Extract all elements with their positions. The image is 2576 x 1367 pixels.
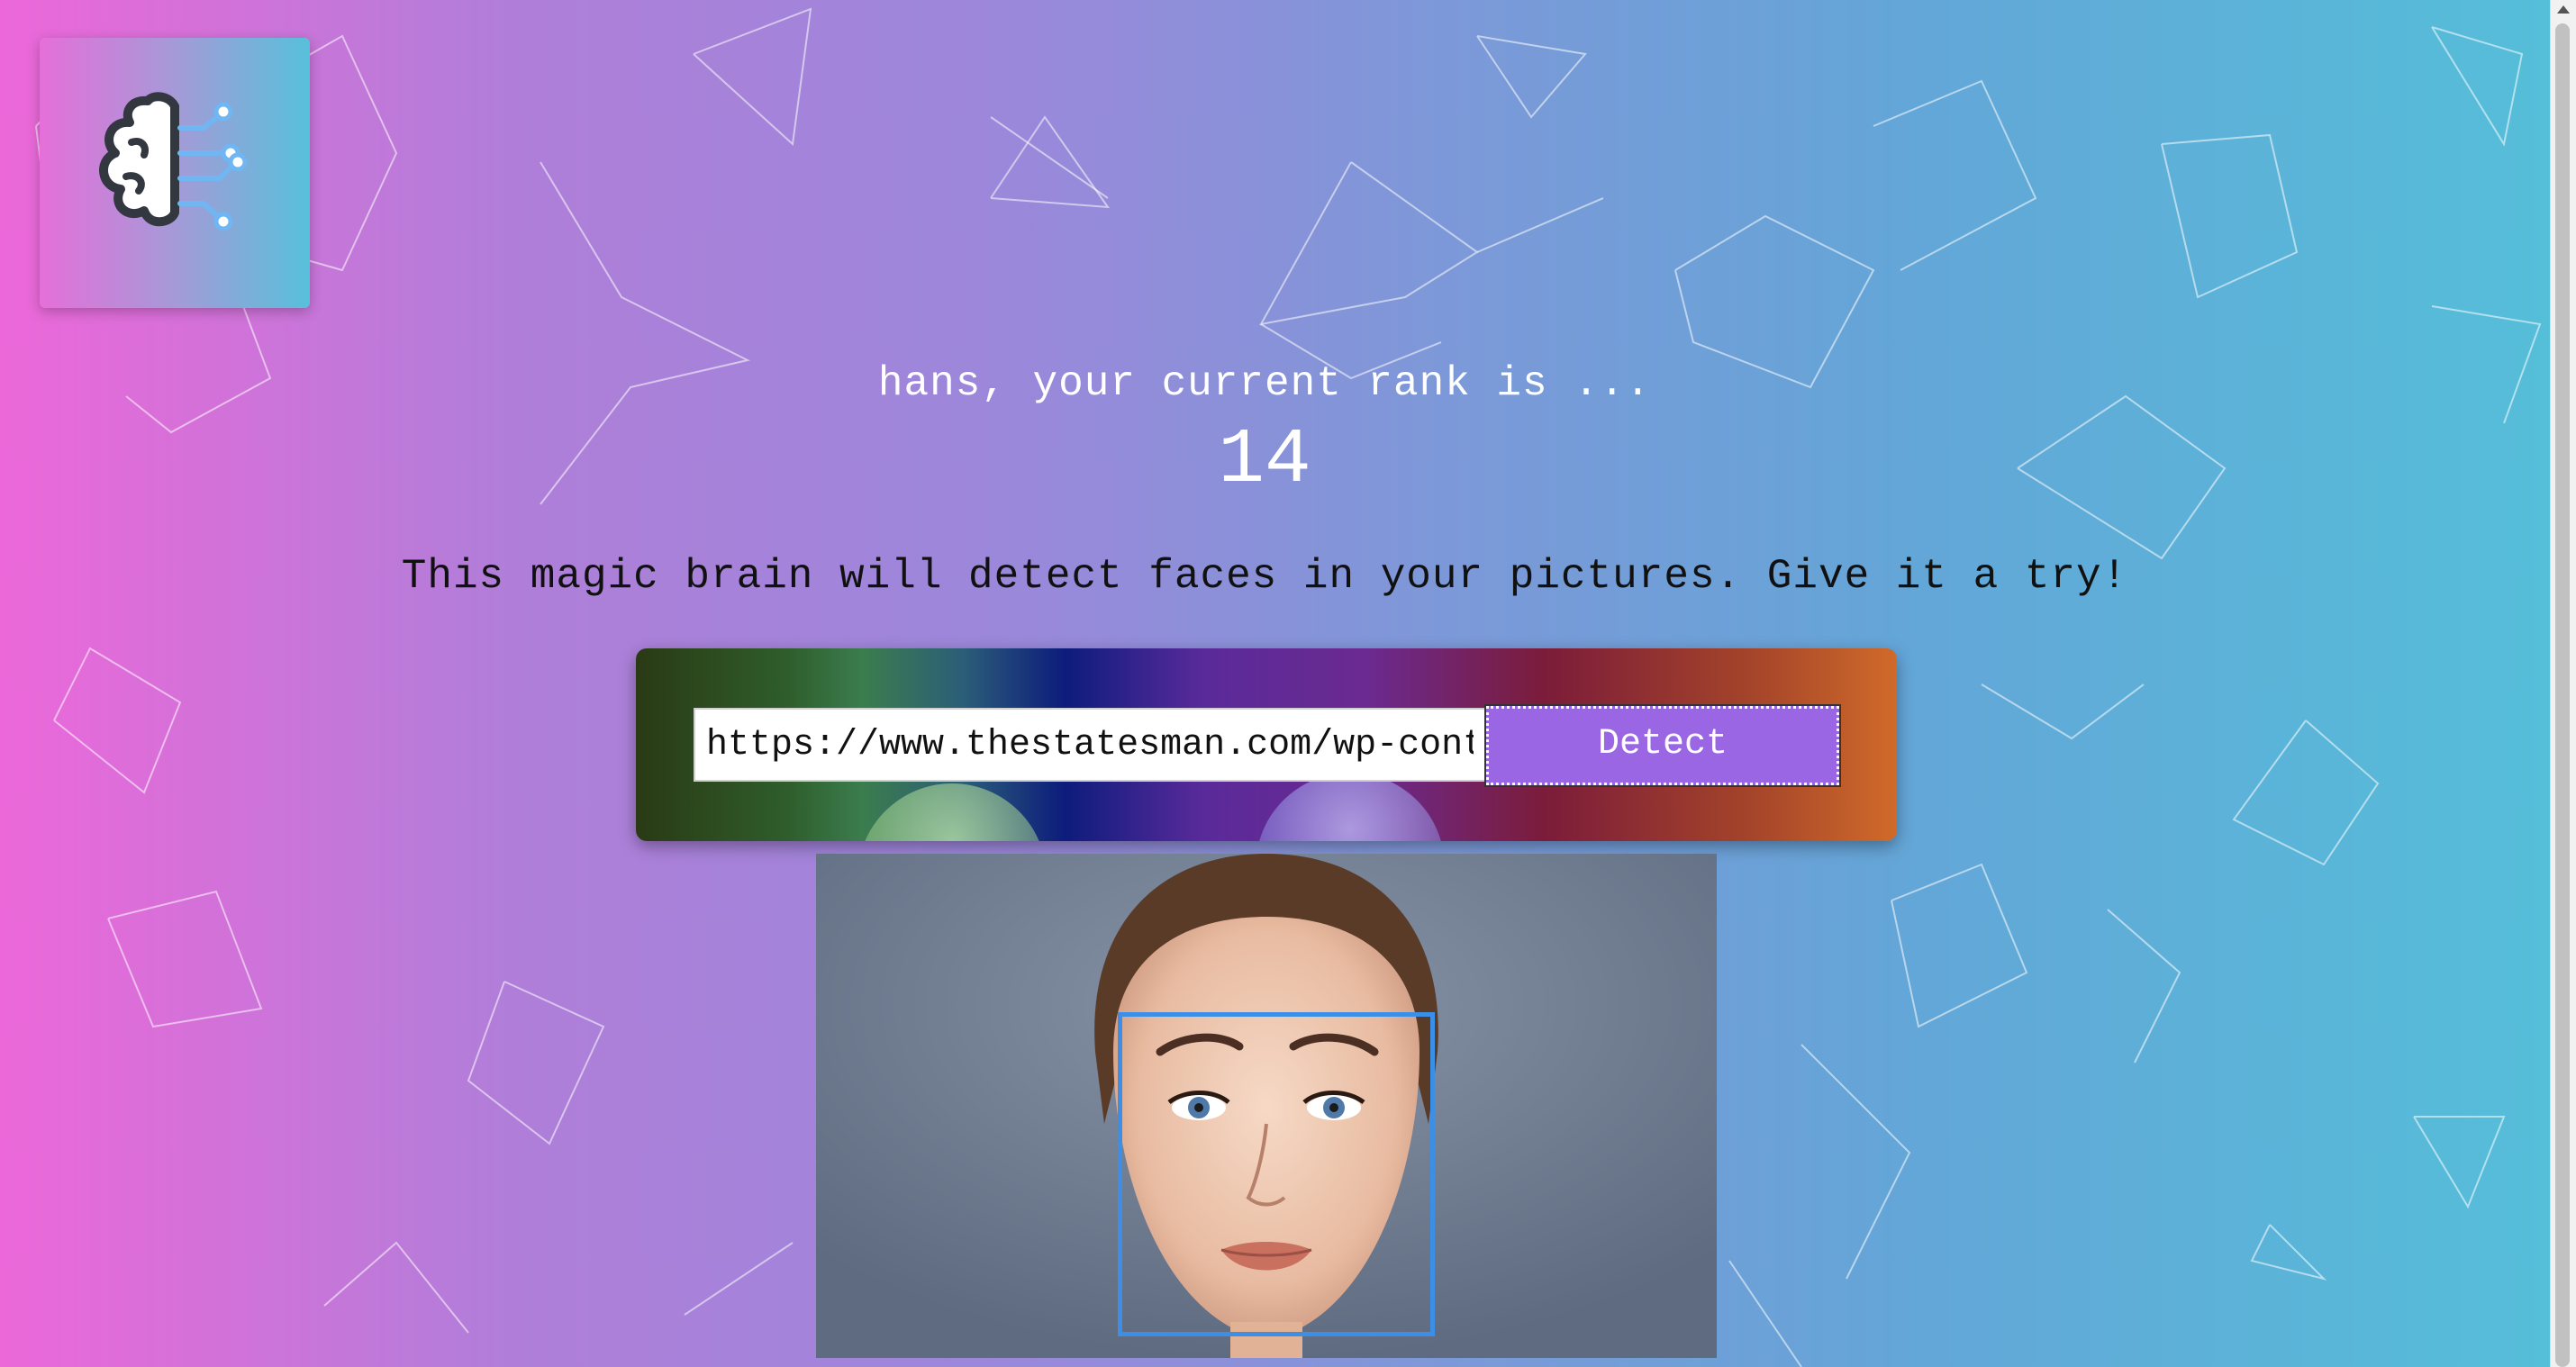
rank-number: 14 — [1218, 416, 1311, 504]
detect-button[interactable]: Detect — [1484, 704, 1841, 787]
decorative-bubble — [1256, 773, 1445, 841]
tagline: This magic brain will detect faces in yo… — [401, 553, 2128, 600]
vertical-scrollbar[interactable] — [2550, 0, 2576, 1367]
brain-circuit-icon — [99, 92, 248, 231]
image-url-form: Detect — [636, 648, 1897, 841]
face-bounding-box — [1118, 1012, 1435, 1336]
result-image — [816, 854, 1717, 1358]
logo[interactable] — [40, 38, 310, 308]
image-url-input[interactable] — [694, 708, 1486, 782]
scroll-up-arrow-icon[interactable] — [2557, 5, 2570, 14]
decorative-bubble — [857, 783, 1047, 841]
rank-message: hans, your current rank is ... — [877, 360, 1652, 407]
scrollbar-thumb[interactable] — [2555, 23, 2570, 1367]
